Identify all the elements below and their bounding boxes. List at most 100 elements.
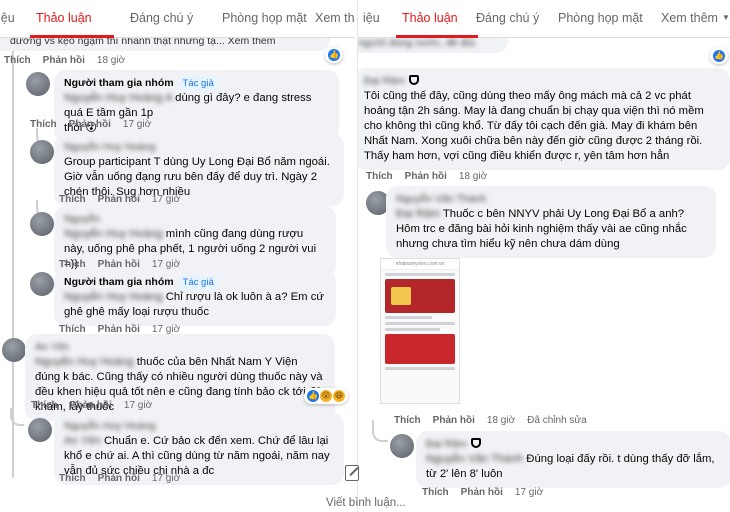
mentioned-name: Nguyễn Huy Hoàng A [64,92,173,104]
image-line [385,273,455,276]
avatar[interactable] [30,212,54,236]
tab-discussion[interactable]: Thảo luận [402,11,458,25]
image-line [385,316,432,319]
timestamp: 17 giờ [123,400,153,411]
comment-author[interactable]: Nguyễn Huy Hoàng [64,140,334,155]
tab-partial[interactable]: iệu [0,11,15,25]
author-name: Đại Râm [426,438,467,450]
comment-bubble: Người tham gia nhóm Tác giả Nguyễn Huy Ho… [54,269,336,326]
author-badge: Tác giả [178,275,218,290]
attached-image[interactable]: nhatnamyvien.com.vn [380,258,460,404]
reply-button[interactable]: Phản hồi [98,473,140,484]
tab-see-more-label: Xem thêm [661,11,718,25]
reactions[interactable]: 👍 😮 😆 [304,388,348,404]
reply-button[interactable]: Phản hồi [433,415,475,426]
group-tabs: iệu Thảo luận Đáng chú ý Phòng họp mặt X… [0,0,355,38]
comment-actions: Thích Phản hồi 17 giờ [31,400,164,411]
like-reaction-icon: 👍 [307,390,319,402]
reply-button[interactable]: Phản hồi [69,119,111,130]
comment-bubble: Người tham gia nhóm Tác giả Nguyễn Huy Ho… [54,70,339,142]
image-source: nhatnamyvien.com.vn [381,259,459,270]
like-button[interactable]: Thích [31,400,58,411]
reactions[interactable]: 👍 [325,47,343,63]
mentioned-name: Đại Râm [396,208,440,220]
pin-hand-icon [408,75,419,85]
image-ad [385,334,455,364]
tab-partial[interactable]: iệu [363,11,380,25]
image-banner [385,279,455,313]
author-name: Đại Râm [364,75,405,87]
author-badge: Tác giả [178,76,218,91]
avatar[interactable] [2,338,26,362]
comment-actions: Thích Phản hồi 18 giờ Đã chỉnh sửa [394,415,599,426]
image-line [385,328,440,331]
mentioned-name: Nguyễn Huy Hoàng [64,291,163,303]
tab-featured[interactable]: Đáng chú ý [476,11,539,25]
mentioned-name: An Yên [64,435,101,447]
avatar[interactable] [390,434,414,458]
chevron-down-icon: ▼ [721,13,730,22]
wow-reaction-icon: 😮 [320,390,332,402]
comment-actions: Thích Phản hồi 18 giờ [4,55,137,66]
tab-see-more[interactable]: Xem thêm▼ [661,11,730,25]
comment-author[interactable]: Nguyễn [64,212,326,227]
comment-author[interactable]: An Yên [35,340,325,355]
timestamp: 18 giờ [486,415,516,426]
reply-connector [372,420,388,442]
haha-reaction-icon: 😆 [333,390,345,402]
active-tab-indicator [30,35,114,38]
like-button[interactable]: Thích [59,194,86,205]
comment-author[interactable]: Người tham gia nhóm Tác giả [64,76,329,91]
reply-button[interactable]: Phản hồi [70,400,112,411]
comment-actions: Thích Phản hồi 18 giờ [366,171,499,182]
like-button[interactable]: Thích [4,55,31,66]
comment-author[interactable]: Nguyễn Huy Hoàng [64,419,334,434]
reply-button[interactable]: Phản hồi [405,171,447,182]
avatar[interactable] [28,418,52,442]
comment-text: Group participant T dùng Uy Long Đại Bổ … [64,156,330,198]
left-comments-panel: iệu Thảo luận Đáng chú ý Phòng họp mặt X… [0,0,355,512]
comment-bubble: Đại Râm Tôi cũng thế đây, cũng dùng theo… [358,68,730,170]
comment-actions: Thích Phản hồi 17 giờ [59,473,192,484]
comment-bubble: Đại Râm Nguyễn Văn Thành Đúng loại đấy r… [416,431,730,488]
tab-meeting-room[interactable]: Phòng họp mặt [558,11,643,25]
mentioned-name: Nguyễn Huy Hoàng [64,228,163,240]
tab-featured[interactable]: Đáng chú ý [130,11,193,25]
like-button[interactable]: Thích [366,171,393,182]
edited-label: Đã chỉnh sửa [527,415,587,426]
timestamp: 17 giờ [151,194,181,205]
timestamp: 17 giờ [514,487,544,498]
avatar[interactable] [30,272,54,296]
image-line [385,322,455,325]
comment-author[interactable]: Người tham gia nhóm Tác giả [64,275,326,290]
comment-author[interactable]: Đại Râm [426,437,721,452]
pin-hand-icon [470,438,481,448]
comment-author[interactable]: Nguyễn Văn Thành [396,192,706,207]
author-name: Người tham gia nhóm [64,77,174,89]
write-comment-input[interactable]: Viết bình luận... [326,497,406,509]
compose-icon[interactable] [345,465,359,481]
avatar[interactable] [26,72,50,96]
tab-discussion[interactable]: Thảo luận [36,11,92,25]
reply-button[interactable]: Phản hồi [98,194,140,205]
comment-text: Tôi cũng thế đây, cũng dùng theo mấy ông… [364,90,704,162]
comment-actions: Thích Phản hồi 17 giờ [422,487,555,498]
timestamp: 17 giờ [122,119,152,130]
avatar[interactable] [30,140,54,164]
image-line [385,367,455,370]
active-tab-indicator [396,35,478,38]
like-reaction-icon: 👍 [328,49,340,61]
timestamp: 18 giờ [96,55,126,66]
like-button[interactable]: Thích [394,415,421,426]
group-tabs: iệu Thảo luận Đáng chú ý Phòng họp mặt X… [358,0,730,38]
tab-see-more[interactable]: Xem thêm▼ [315,11,355,25]
like-button[interactable]: Thích [59,473,86,484]
comment-author[interactable]: Đại Râm [364,74,720,89]
tab-meeting-room[interactable]: Phòng họp mặt [222,11,307,25]
reply-button[interactable]: Phản hồi [461,487,503,498]
reply-button[interactable]: Phản hồi [43,55,85,66]
reactions[interactable]: 👍 [710,48,728,64]
right-comments-panel: iệu Thảo luận Đáng chú ý Phòng họp mặt X… [357,0,730,512]
like-button[interactable]: Thích [422,487,449,498]
comment-text: Chuẩn e. Cứ bảo ck đến xem. Chứ để lâu l… [64,435,330,477]
